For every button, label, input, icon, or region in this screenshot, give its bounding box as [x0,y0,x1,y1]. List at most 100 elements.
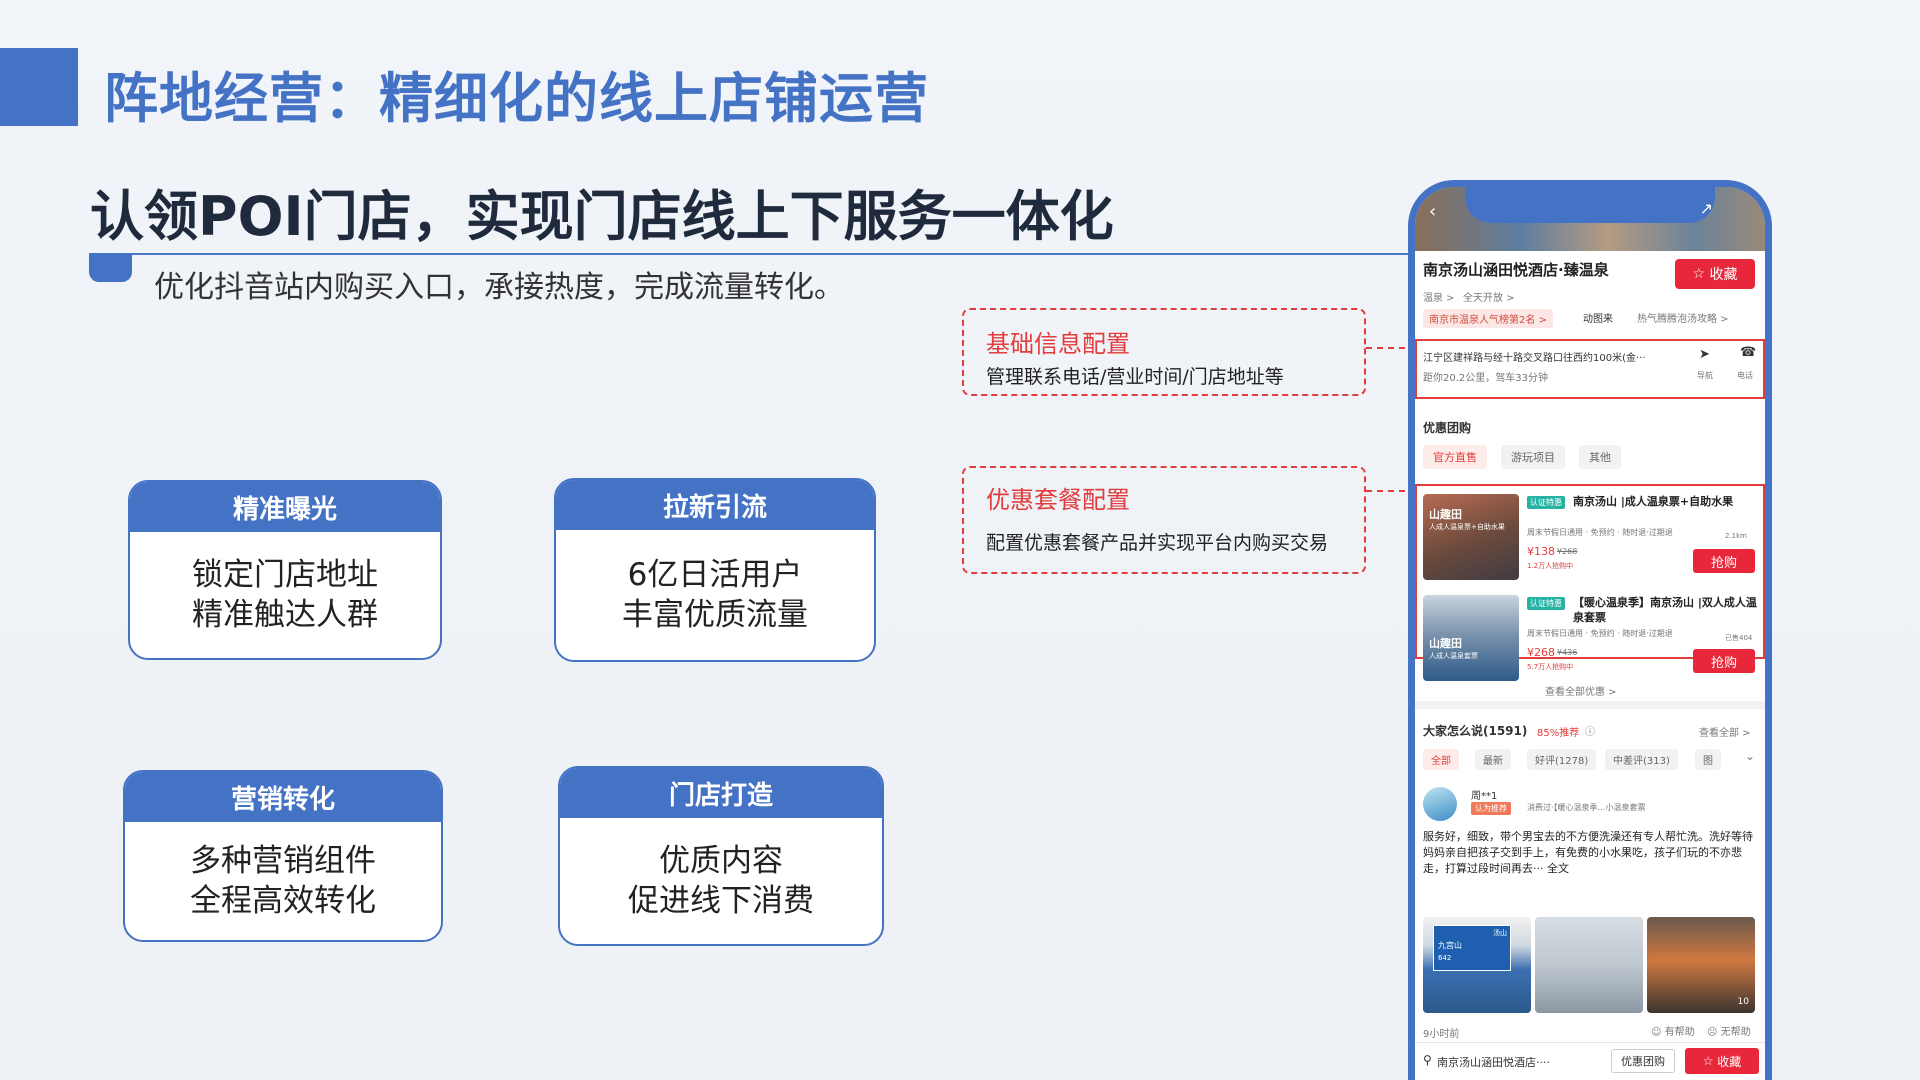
deal-badge: 认证特惠 [1527,597,1565,610]
deal-image[interactable]: 山趣田 人成人温泉票+自助水果 [1423,494,1519,580]
callout-title: 基础信息配置 [986,330,1130,358]
rank-badge[interactable]: 南京市温泉人气榜第2名 > [1423,309,1553,328]
reviews-view-all[interactable]: 查看全部 > [1699,724,1751,739]
feature-card-line: 全程高效转化 [190,883,376,919]
store-tag[interactable]: 全天开放 > [1463,289,1515,304]
store-tag[interactable]: 温泉 > [1423,289,1455,304]
navigate-icon[interactable]: ➤ [1699,347,1710,362]
reviewer-name: 周**1 [1471,791,1498,802]
photo-count: 10 [1737,997,1749,1007]
helpful-label: 有帮助 [1664,1027,1695,1038]
recommend-badge: 认为推荐 [1471,802,1511,815]
deal-sold: 5.7万人抢购中 [1527,663,1574,671]
road-sign-label: 九宫山 [1438,941,1462,950]
favorite-label: 收藏 [1709,267,1738,283]
deal-distance: 已售404 [1725,634,1753,642]
review-tab-latest[interactable]: 最新 [1475,749,1511,770]
deal-image-label: 山趣田 [1429,637,1462,650]
feature-card-title: 精准曝光 [130,482,440,532]
deals-section-title: 优惠团购 [1423,421,1472,435]
deal-price: ¥268 [1527,646,1555,659]
deal-image-label: 山趣田 [1429,508,1462,521]
review-photo[interactable] [1535,917,1643,1013]
location-pin-icon: ⚲ [1423,1053,1432,1067]
info-icon: ⓘ [1585,727,1595,738]
deal-image-sub: 人成人温泉套票 [1429,652,1478,660]
deal-original-price: ¥268 [1557,547,1578,556]
see-all-deals-link[interactable]: 查看全部优惠 > [1545,683,1617,698]
feature-card-line: 丰富优质流量 [622,597,808,633]
review-photo[interactable]: 10 [1647,917,1755,1013]
store-distance: 距你20.2公里，驾车33分钟 [1423,373,1548,384]
deal-distance: 2.1km [1725,532,1748,540]
star-icon: ☆ [1702,1054,1718,1068]
road-sign-number: 642 [1438,954,1452,962]
feature-card-title: 门店打造 [560,768,882,818]
deal-badge: 认证特惠 [1527,496,1565,509]
bottom-deals-button[interactable]: 优惠团购 [1611,1049,1675,1073]
callout-title: 优惠套餐配置 [986,486,1130,514]
motion-badge: 动图来 [1583,314,1613,325]
feature-card-line: 优质内容 [659,843,783,879]
page-title: 阵地经营：精细化的线上店铺运营 [104,67,929,130]
share-icon[interactable]: ↗ [1700,199,1713,218]
deal-tab-other[interactable]: 其他 [1579,445,1621,469]
feature-card-title: 拉新引流 [556,480,874,530]
review-tab-all[interactable]: 全部 [1423,749,1459,770]
reviews-title: 大家怎么说(1591) [1423,724,1528,738]
review-photo[interactable]: 汤山 九宫山 642 [1423,917,1531,1013]
phone-icon[interactable]: ☎ [1740,345,1756,360]
buy-button[interactable]: 抢购 [1693,649,1755,673]
review-tab-good[interactable]: 好评(1278) [1527,749,1597,770]
deal-name[interactable]: 南京汤山 |成人温泉票+自助水果 [1573,494,1757,509]
review-meta: 消费过·【暖心温泉季…小温泉套票 [1527,803,1646,812]
callout-basic-info: 基础信息配置 管理联系电话/营业时间/门店地址等 [962,308,1366,396]
callout-package: 优惠套餐配置 配置优惠套餐产品并实现平台内购买交易 [962,466,1366,574]
road-sign: 汤山 九宫山 642 [1433,925,1511,971]
deal-image-sub: 人成人温泉票+自助水果 [1429,523,1505,531]
unhelpful-icon: ☹ [1707,1027,1721,1038]
star-icon: ☆ [1692,266,1710,282]
chevron-down-icon[interactable]: ⌄ [1745,749,1755,763]
divider-line [90,253,1412,255]
divider-tab [89,253,132,282]
deal-price: ¥138 [1527,545,1555,558]
helpful-icon: ☺ [1651,1027,1665,1038]
unhelpful-label: 无帮助 [1720,1027,1751,1038]
review-time: 9小时前 [1423,1029,1460,1040]
deal-meta: 周末节假日通用 · 免预约 · 随时退·过期退 [1527,528,1673,537]
phone-notch [1465,187,1715,223]
favorite-button[interactable]: ☆ 收藏 [1675,259,1755,289]
bottom-favorite-button[interactable]: ☆ 收藏 [1685,1048,1759,1074]
hot-guide-link[interactable]: 热气腾腾泡汤攻略 > [1637,310,1729,325]
review-tab-bad[interactable]: 中差评(313) [1605,749,1678,770]
feature-card-conversion: 营销转化 多种营销组件 全程高效转化 [123,770,443,942]
page-subtitle: 认领POI门店，实现门店线上下服务一体化 [90,185,1114,248]
deal-sold: 1.2万人抢购中 [1527,562,1574,570]
navigate-label: 导航 [1697,371,1713,380]
deal-original-price: ¥436 [1557,648,1578,657]
buy-button[interactable]: 抢购 [1693,549,1755,573]
phone-mockup: ‹ ↗ 南京汤山涵田悦酒店·臻温泉 ☆ 收藏 温泉 > 全天开放 > 南京市温泉… [1408,180,1772,1080]
feature-card-exposure: 精准曝光 锁定门店地址 精准触达人群 [128,480,442,660]
review-text: 服务好，细致，带个男宝去的不方便洗澡还有专人帮忙洗。洗好等待妈妈亲自把孩子交到手… [1423,830,1753,875]
back-icon[interactable]: ‹ [1429,201,1436,222]
unhelpful-button[interactable]: ☹ 无帮助 [1707,1023,1751,1038]
feature-card-line: 精准触达人群 [192,597,378,633]
feature-card-line: 6亿日活用户 [627,557,803,593]
deal-tab-play[interactable]: 游玩项目 [1501,445,1565,469]
feature-card-line: 促进线下消费 [628,883,814,919]
deal-tab-official[interactable]: 官方直售 [1423,445,1487,469]
review-tab-photo[interactable]: 图 [1695,749,1721,770]
deal-name[interactable]: 【暖心温泉季】南京汤山 |双人成人温泉套票 [1573,595,1757,625]
bottom-store-name[interactable]: 南京汤山涵田悦酒店···· [1437,1054,1550,1070]
feature-card-acquisition: 拉新引流 6亿日活用户 丰富优质流量 [554,478,876,662]
tagline: 优化抖音站内购买入口，承接热度，完成流量转化。 [154,270,844,305]
reviews-rate: 85%推荐 [1537,728,1580,739]
store-address[interactable]: 江宁区建祥路与经十路交叉路口往西约100米(金··· [1423,349,1646,364]
deal-image[interactable]: 山趣田 人成人温泉套票 [1423,595,1519,681]
callout-desc: 配置优惠套餐产品并实现平台内购买交易 [986,532,1329,554]
bottom-favorite-label: 收藏 [1717,1054,1742,1069]
helpful-button[interactable]: ☺ 有帮助 [1651,1023,1695,1038]
feature-card-title: 营销转化 [125,772,441,822]
